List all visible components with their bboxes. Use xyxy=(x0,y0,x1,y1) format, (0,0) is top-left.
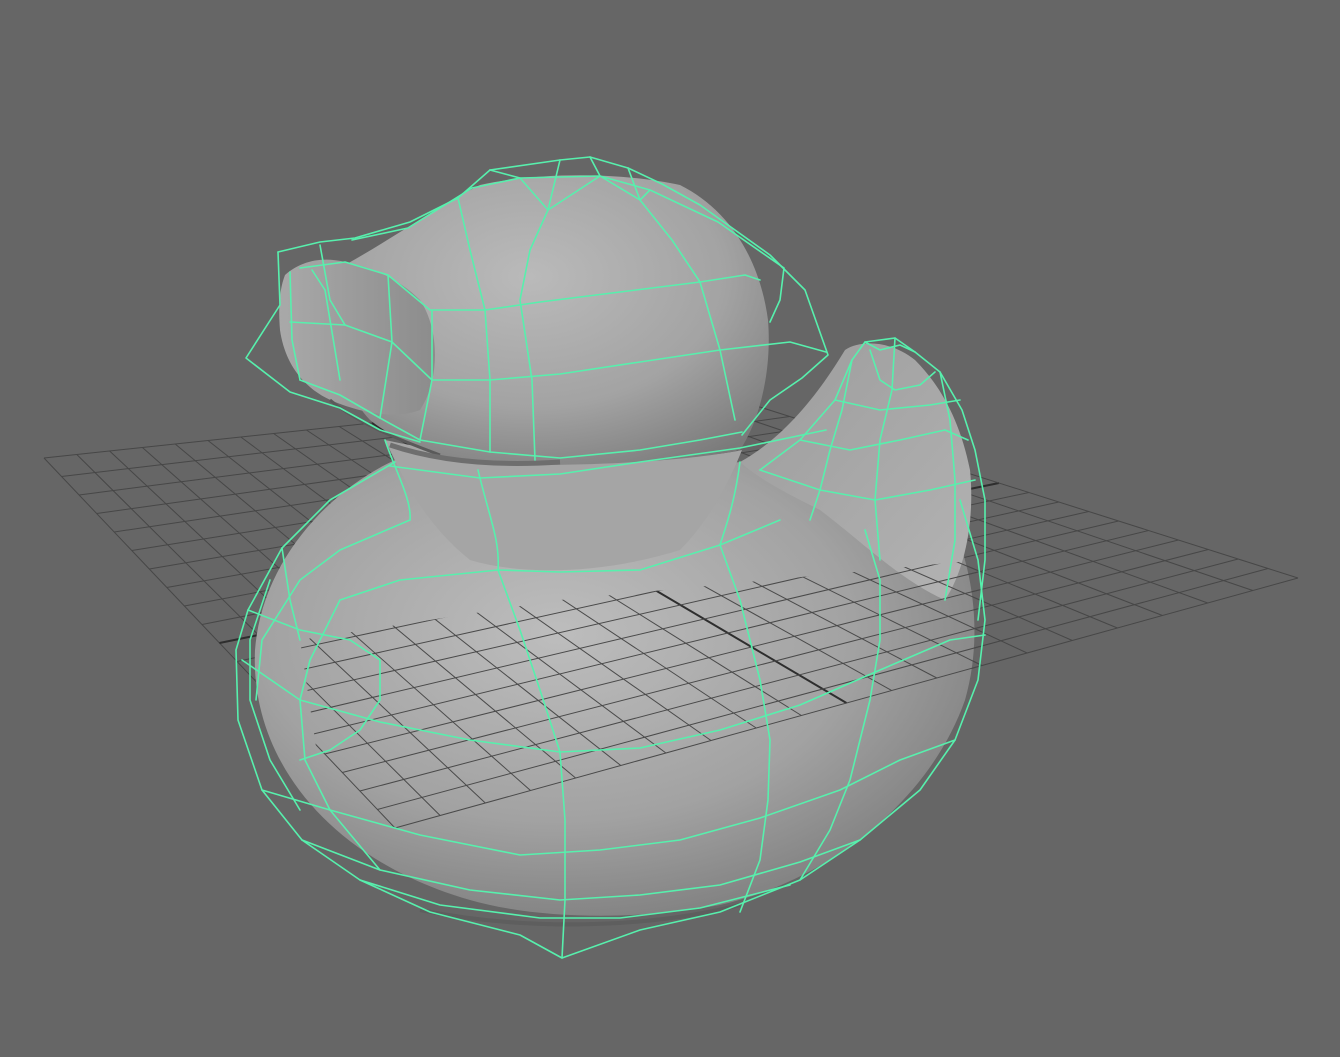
viewport-canvas[interactable] xyxy=(0,0,1340,1057)
3d-viewport[interactable] xyxy=(0,0,1340,1057)
duck-mesh[interactable] xyxy=(254,175,975,927)
